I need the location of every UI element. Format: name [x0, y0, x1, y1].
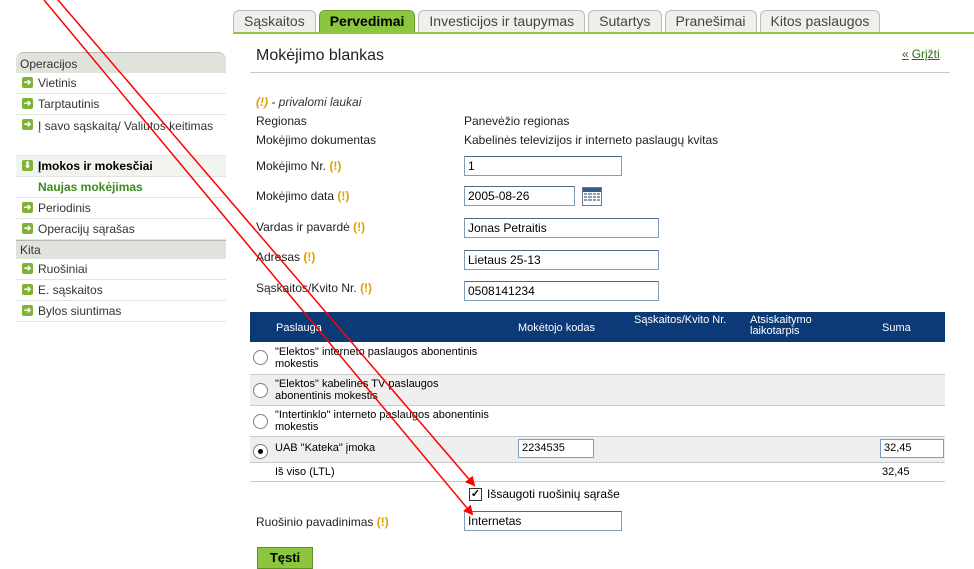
annotation-arrow [57, 0, 476, 487]
annotation-overlay [43, 0, 476, 516]
annotation-arrow [43, 0, 474, 516]
